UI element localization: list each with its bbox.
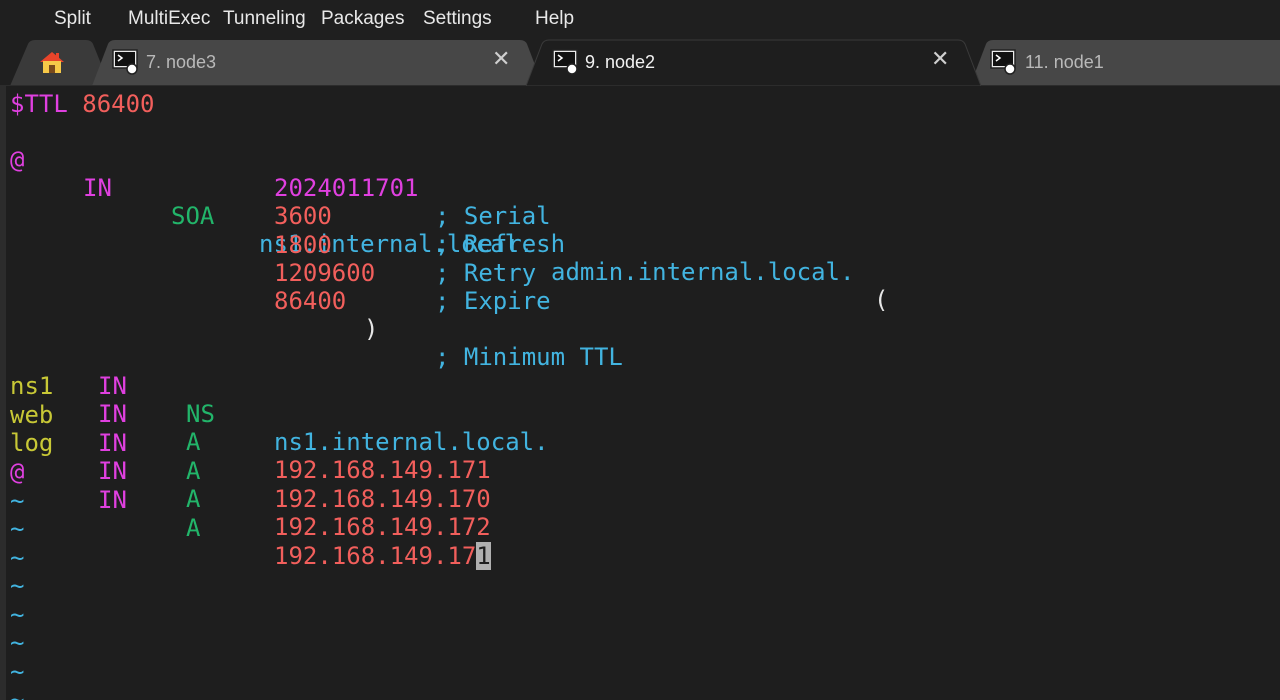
terminal-session-icon [552,49,578,75]
record-type: A [186,428,201,456]
menu-bar: Split MultiExec Tunneling Packages Setti… [0,0,1280,38]
tab-label: 9. node2 [585,52,656,72]
text-cursor: 1 [476,542,491,570]
soa-class: IN [83,174,112,202]
record-type: A [186,457,201,485]
soa-line: @ IN SOA ns1.internal.local. admin.inter… [10,118,888,314]
tab-label: 7. node3 [146,52,217,72]
record-ns: IN NS ns1.internal.local. [10,316,549,456]
empty-line-tilde: ~ [10,658,25,686]
empty-line-tilde: ~ [10,487,25,515]
ttl-line: $TTL 86400 [10,90,155,118]
soa-refresh: 3600 [274,202,332,230]
record-class: IN [98,457,127,485]
soa-expire-line: 1209600 ; Expire [10,231,551,315]
menu-settings[interactable]: Settings [423,8,492,30]
record-value: 192.168.149.172 [274,513,491,541]
record-web: web IN A 192.168.149.170 [10,373,491,513]
soa-serial-line: 2024011701 ; Serial [10,146,551,230]
soa-retry: 1800 [274,231,332,259]
record-class: IN [98,400,127,428]
record-ns1: ns1 IN A 192.168.149.171 [10,344,491,484]
soa-minimum: 86400 [274,287,347,315]
soa-retry-line: 1800 ; Retry [10,203,536,287]
empty-line-tilde: ~ [10,629,25,657]
minimum-comment: ; Minimum TTL [435,343,623,371]
expire-comment: ; Expire [435,287,551,315]
menu-split[interactable]: Split [54,8,91,30]
refresh-comment: ; Refresh [435,230,566,258]
tab-node3[interactable]: 7. node3 ✕ [108,38,528,86]
soa-minimum-line: 86400 ) ; Minimum TTL [10,259,623,371]
serial-comment: ; Serial [435,202,551,230]
ttl-value: 86400 [82,90,155,118]
record-class: IN [98,429,127,457]
tab-bar: 7. node3 ✕ 9. node2 ✕ 11. node1 [0,38,1280,86]
record-value: 192.168.149.17 [274,542,477,570]
soa-admin: admin.internal.local. [551,258,855,286]
record-value: 192.168.149.170 [274,485,491,513]
tab-label: 11. node1 [1025,52,1104,72]
empty-line-tilde: ~ [10,601,25,629]
ttl-directive: $TTL [10,90,68,118]
tab-node2[interactable]: 9. node2 ✕ [548,38,968,86]
record-class: IN [98,372,127,400]
record-value: 192.168.149.171 [274,456,491,484]
terminal-session-icon [112,49,138,75]
soa-expire: 1209600 [274,259,376,287]
record-value: ns1.internal.local. [274,428,549,456]
soa-open-paren: ( [874,286,889,314]
terminal-view[interactable]: $TTL 86400 @ IN SOA ns1.internal.local. … [0,86,1280,700]
home-icon [40,52,64,73]
menu-multiexec[interactable]: MultiExec [128,8,210,30]
empty-line-tilde: ~ [10,515,25,543]
soa-type: SOA [171,202,215,230]
record-type: NS [186,400,215,428]
record-class: IN [98,486,127,514]
record-log: log IN A 192.168.149.172 [10,401,491,541]
retry-comment: ; Retry [435,259,537,287]
soa-close-paren: ) [364,315,379,343]
close-icon[interactable]: ✕ [492,49,510,71]
record-owner: @ [10,458,25,486]
empty-line-tilde: ~ [10,544,25,572]
soa-serial: 2024011701 [274,174,419,202]
empty-line-tilde: ~ [10,572,25,600]
menu-help[interactable]: Help [535,8,574,30]
tab-node1[interactable]: 11. node1 [988,38,1280,86]
terminal-session-icon [990,49,1016,75]
record-type: A [186,514,201,542]
record-apex: @ IN A 192.168.149.171 [10,430,491,570]
record-type: A [186,485,201,513]
menu-packages[interactable]: Packages [321,8,404,30]
soa-refresh-line: 3600 ; Refresh [10,174,565,258]
empty-line-tilde: ~ [10,686,25,700]
tab-home[interactable] [28,38,88,86]
menu-tunneling[interactable]: Tunneling [223,8,306,30]
close-icon[interactable]: ✕ [931,49,949,71]
